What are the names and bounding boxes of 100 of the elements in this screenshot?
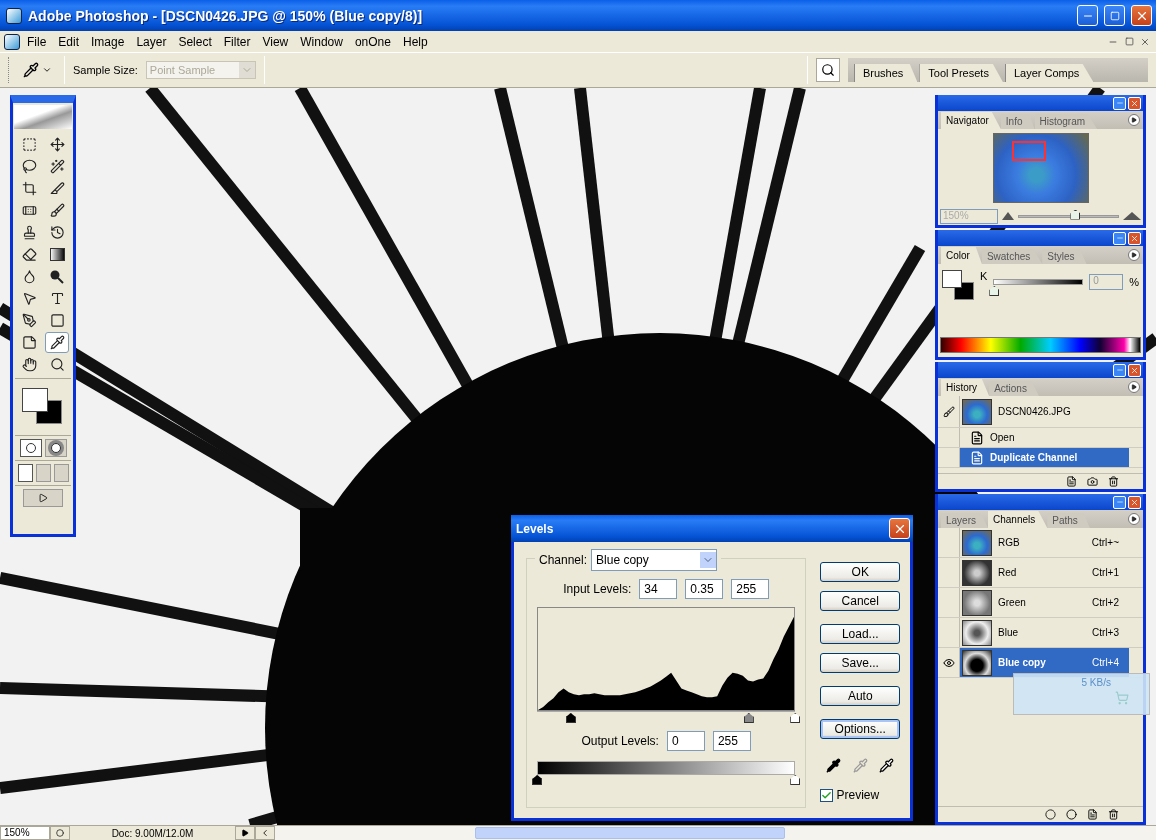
close-button[interactable] — [1128, 96, 1141, 110]
minimize-button[interactable] — [1113, 231, 1126, 245]
close-icon[interactable] — [1140, 36, 1150, 47]
menu-item[interactable]: Select — [173, 32, 217, 51]
close-button[interactable] — [1128, 231, 1141, 245]
palette-tab[interactable]: Styles — [1042, 249, 1087, 264]
mask-mode-button[interactable] — [19, 439, 42, 457]
output-slider-thumb[interactable] — [790, 775, 801, 785]
menu-item[interactable]: Image — [86, 32, 130, 51]
palette-tab[interactable]: Swatches — [981, 249, 1043, 264]
output-level-field[interactable]: 255 — [712, 731, 751, 751]
dialog-button[interactable]: Load... — [820, 624, 900, 644]
jump-to-button[interactable] — [23, 489, 63, 507]
restore-button[interactable] — [1104, 5, 1125, 26]
input-level-field[interactable]: 255 — [731, 579, 770, 599]
status-button[interactable] — [50, 826, 70, 840]
menu-item[interactable]: Window — [295, 32, 348, 51]
history-item[interactable]: Open — [960, 428, 1129, 447]
menu-item[interactable]: Help — [397, 32, 433, 51]
palette-well-tab[interactable]: Tool Presets — [919, 64, 1003, 82]
palette-menu-button[interactable] — [1128, 381, 1140, 393]
channel-row[interactable]: Red Ctrl+1 — [960, 558, 1129, 587]
hand-icon — [21, 357, 37, 372]
palette-menu-button[interactable] — [1128, 513, 1140, 525]
new-channel-icon[interactable] — [1087, 809, 1098, 820]
slider-thumb[interactable] — [1070, 209, 1081, 220]
input-level-field[interactable]: 34 — [639, 579, 678, 599]
palette-tab[interactable]: Actions — [989, 381, 1039, 396]
dialog-button[interactable]: Cancel — [820, 591, 900, 611]
input-slider-thumb[interactable] — [790, 713, 801, 723]
menu-item[interactable]: onOne — [349, 32, 396, 51]
brush-icon[interactable] — [942, 405, 955, 418]
input-slider-thumb[interactable] — [743, 713, 754, 723]
close-button[interactable] — [1128, 363, 1141, 377]
app-icon[interactable] — [4, 33, 20, 50]
minimize-button[interactable] — [1113, 363, 1126, 377]
history-item[interactable]: Duplicate Channel — [960, 448, 1129, 467]
zoom-in-icon[interactable] — [1123, 212, 1141, 220]
palette-tab[interactable]: Layers — [941, 513, 988, 528]
screen-mode-button[interactable] — [17, 464, 33, 482]
palette-tab[interactable]: Color — [941, 247, 982, 264]
input-slider-thumb[interactable] — [565, 713, 576, 723]
file-browser-button[interactable] — [816, 58, 840, 82]
palette-tab[interactable]: History — [941, 379, 990, 396]
output-slider-thumb[interactable] — [532, 775, 543, 785]
channel-row[interactable]: RGB Ctrl+~ — [960, 528, 1129, 557]
zoom-field[interactable]: 150% — [0, 826, 50, 840]
status-menu-button[interactable] — [235, 826, 255, 840]
input-level-field[interactable]: 0.35 — [685, 579, 724, 599]
foreground-swatch[interactable] — [22, 388, 48, 412]
slider-thumb[interactable] — [989, 286, 1000, 296]
menu-item[interactable]: Layer — [131, 32, 172, 51]
dialog-button[interactable]: Options... — [820, 719, 900, 739]
channel-row[interactable]: Blue copy Ctrl+4 — [960, 648, 1129, 677]
square-icon — [49, 313, 65, 328]
eyedropper-icon[interactable] — [826, 758, 842, 773]
close-button[interactable] — [1131, 5, 1152, 26]
zoom-out-icon[interactable] — [1002, 212, 1014, 220]
trash-icon[interactable] — [1108, 476, 1119, 487]
dialog-button[interactable]: Auto — [820, 686, 900, 706]
dialog-button[interactable]: OK — [820, 562, 900, 582]
mask-icon[interactable] — [1066, 809, 1077, 820]
camera-icon[interactable] — [1087, 476, 1098, 487]
palette-tab[interactable]: Info — [1000, 114, 1035, 129]
dotted-circle-icon[interactable] — [1045, 809, 1056, 820]
channel-row[interactable]: Green Ctrl+2 — [960, 588, 1129, 617]
scrollbar-thumb[interactable] — [475, 827, 785, 839]
trash-icon[interactable] — [1108, 809, 1119, 820]
history-item[interactable]: DSCN0426.JPG — [960, 396, 1129, 427]
restore-icon[interactable] — [1124, 37, 1134, 46]
output-level-field[interactable]: 0 — [666, 731, 705, 751]
channel-name: Blue — [998, 627, 1018, 638]
tool-button[interactable] — [45, 332, 69, 353]
close-button[interactable] — [1128, 495, 1141, 509]
horizontal-scrollbar[interactable] — [275, 826, 1156, 840]
minimize-button[interactable] — [1113, 96, 1126, 110]
channel-select[interactable]: Blue copy — [591, 549, 718, 571]
channel-row[interactable]: Blue Ctrl+3 — [960, 618, 1129, 647]
palette-tab[interactable]: Channels — [988, 511, 1048, 528]
mask-mode-button[interactable] — [44, 439, 67, 457]
close-button[interactable] — [889, 518, 910, 539]
minimize-button[interactable] — [1113, 495, 1126, 509]
palette-well-tab[interactable]: Brushes — [854, 64, 918, 82]
palette-menu-button[interactable] — [1128, 249, 1140, 261]
palette-well-tab[interactable]: Layer Comps — [1004, 64, 1094, 82]
palette-tab[interactable]: Navigator — [941, 112, 1001, 129]
color-spectrum[interactable] — [940, 337, 1141, 353]
menu-item[interactable]: File — [22, 32, 52, 51]
menu-item[interactable]: View — [257, 32, 294, 51]
menu-item[interactable]: Edit — [53, 32, 85, 51]
palette-menu-button[interactable] — [1128, 114, 1140, 126]
preview-checkbox[interactable] — [820, 788, 834, 802]
palette-tab[interactable]: Paths — [1047, 513, 1090, 528]
eyedropper-icon[interactable] — [879, 758, 895, 773]
new-document-icon[interactable] — [1066, 476, 1077, 487]
minimize-button[interactable] — [1077, 5, 1098, 26]
dialog-button[interactable]: Save... — [820, 653, 900, 673]
palette-tab[interactable]: Histogram — [1034, 114, 1098, 129]
menu-item[interactable]: Filter — [218, 32, 256, 51]
foreground-swatch[interactable] — [942, 270, 962, 288]
